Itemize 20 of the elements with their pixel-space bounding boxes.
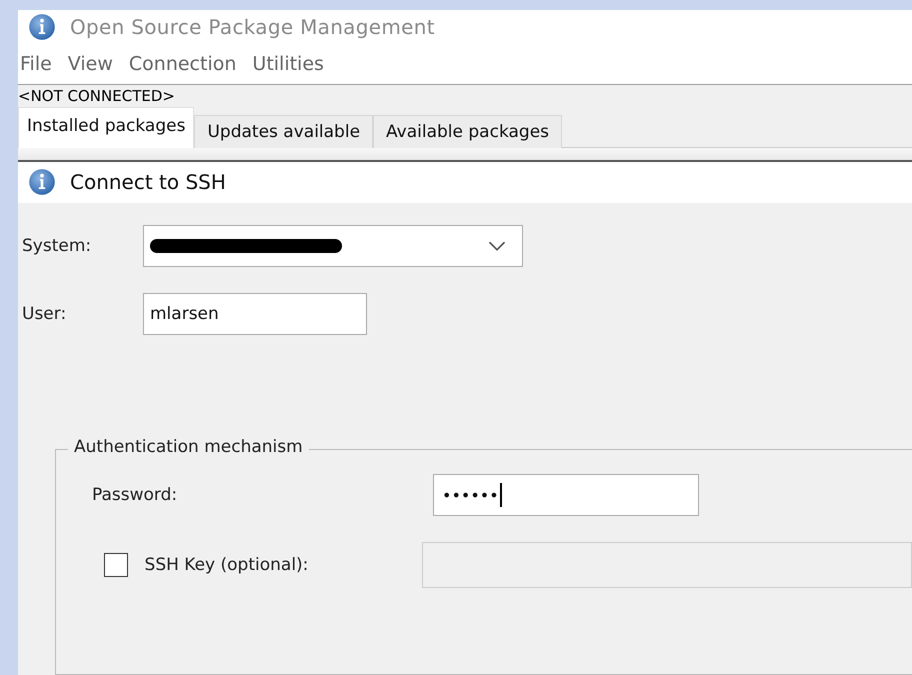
field-label: Password:	[92, 485, 178, 505]
checkbox-label: SSH Key (optional):	[144, 555, 310, 575]
dialog-title: Connect to SSH	[70, 170, 226, 194]
system-dropdown[interactable]	[143, 225, 523, 267]
menu-item[interactable]: File	[18, 53, 54, 76]
tab[interactable]: Installed packages	[18, 106, 194, 148]
tab[interactable]: Updates available	[194, 114, 374, 148]
menu-item[interactable]: Connection	[126, 53, 238, 76]
menu-item[interactable]: View	[66, 53, 115, 76]
user-input-field[interactable]: mlarsen	[143, 293, 367, 335]
connection-status: <NOT CONNECTED>	[18, 86, 175, 107]
info-icon	[28, 168, 56, 196]
field-label: System:	[22, 236, 92, 256]
menu-item[interactable]: Utilities	[250, 53, 326, 76]
chevron-down-icon	[488, 241, 506, 251]
info-icon	[28, 13, 56, 42]
window-title: Open Source Package Management	[70, 15, 435, 40]
field-label: User:	[22, 304, 68, 324]
password-field[interactable]: ••••••	[433, 474, 699, 516]
tab[interactable]: Available packages	[373, 114, 562, 148]
